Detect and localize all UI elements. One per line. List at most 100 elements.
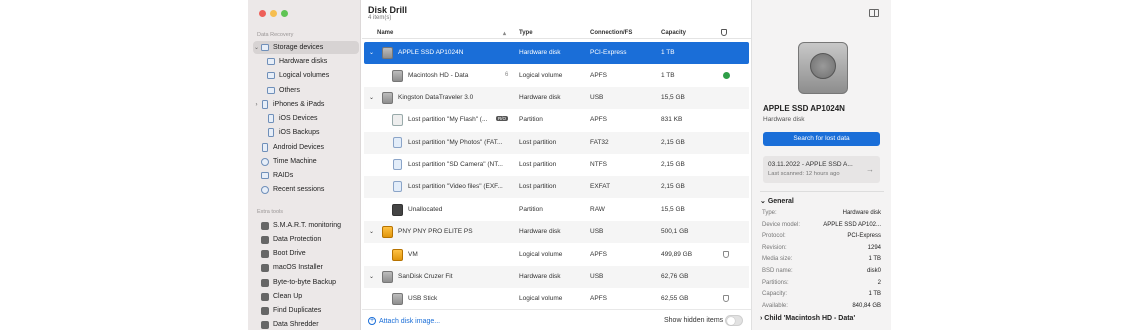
prop-key: BSD name:	[762, 268, 793, 274]
attach-disk-image-link[interactable]: + Attach disk image...	[368, 317, 440, 325]
show-hidden-toggle[interactable]	[725, 315, 743, 326]
general-section-header[interactable]: ⌄ General	[760, 197, 794, 205]
child-section-header[interactable]: › Child 'Macintosh HD - Data'	[760, 315, 855, 322]
sidebar-item-data-protection[interactable]: Data Protection	[260, 233, 321, 246]
minimize-button[interactable]	[270, 10, 277, 17]
row-name: Kingston DataTraveler 3.0	[398, 94, 474, 101]
table-row[interactable]: ⌄ PNY PNY PRO ELITE PS Hardware disk USB…	[364, 221, 749, 243]
attach-label: Attach disk image...	[379, 317, 441, 325]
sidebar-item-label: Others	[279, 87, 301, 94]
chevron-down-icon[interactable]: ⌄	[369, 228, 374, 235]
sidebar: Data Recovery ⌄ Storage devices Hardware…	[248, 0, 361, 330]
raid-icon	[260, 171, 269, 180]
sidebar-item-boot-drive[interactable]: Boot Drive	[260, 247, 306, 260]
section-header-data-recovery: Data Recovery	[257, 32, 294, 38]
backup-icon	[260, 278, 269, 287]
row-type: Lost partition	[519, 161, 557, 168]
recent-session-card[interactable]: 03.11.2022 - APPLE SSD A... Last scanned…	[763, 156, 880, 183]
row-type: Logical volume	[519, 72, 563, 79]
chevron-right-icon[interactable]: ›	[253, 102, 260, 108]
sidebar-item-time-machine[interactable]: Time Machine	[260, 155, 317, 168]
chevron-down-icon[interactable]: ⌄	[253, 44, 260, 51]
close-button[interactable]	[259, 10, 266, 17]
device-name: APPLE SSD AP1024N	[763, 104, 845, 113]
phone-icon	[266, 114, 275, 123]
row-type: Logical volume	[519, 295, 563, 302]
sidebar-item-byte-backup[interactable]: Byte-to-byte Backup	[260, 276, 336, 289]
column-header-capacity[interactable]: Capacity	[661, 30, 686, 36]
sidebar-item-macos-installer[interactable]: macOS Installer	[260, 261, 323, 274]
usb-drive-icon	[382, 92, 393, 104]
prop-key: Type:	[762, 210, 777, 216]
shield-icon[interactable]	[723, 295, 729, 302]
sidebar-item-label: iOS Backups	[279, 129, 320, 136]
sidebar-item-data-shredder[interactable]: Data Shredder	[260, 318, 319, 330]
divider	[760, 191, 884, 192]
sidebar-item-label: iOS Devices	[279, 115, 318, 122]
table-row[interactable]: ⌄ Kingston DataTraveler 3.0 Hardware dis…	[364, 87, 749, 109]
sidebar-item-storage-devices[interactable]: ⌄ Storage devices	[253, 41, 359, 54]
table-row[interactable]: Lost partition "My Photos" (FAT... Lost …	[364, 132, 749, 154]
sidebar-item-recent-sessions[interactable]: Recent sessions	[260, 183, 324, 196]
row-type: Logical volume	[519, 251, 563, 258]
table-row[interactable]: Lost partition "My Flash" (... R/O Parti…	[364, 109, 749, 131]
shield-column-icon[interactable]	[721, 29, 727, 36]
column-header-type[interactable]: Type	[519, 30, 533, 36]
table-row[interactable]: ⌄ APPLE SSD AP1024N Hardware disk PCI-Ex…	[364, 42, 749, 64]
table-row[interactable]: VM Logical volume APFS 499,89 GB	[364, 244, 749, 266]
sidebar-item-ios-backups[interactable]: iOS Backups	[266, 126, 319, 139]
sidebar-item-find-duplicates[interactable]: Find Duplicates	[260, 304, 321, 317]
table-row[interactable]: USB Stick Logical volume APFS 62,55 GB	[364, 288, 749, 310]
sidebar-item-iphones-ipads[interactable]: › iPhones & iPads	[253, 98, 324, 111]
column-header-connection[interactable]: Connection/FS	[590, 30, 632, 36]
sd-card-icon	[393, 137, 402, 148]
external-drive-icon	[382, 226, 393, 238]
device-type: Hardware disk	[763, 116, 805, 123]
sd-card-icon	[393, 159, 402, 170]
sidebar-item-clean-up[interactable]: Clean Up	[260, 290, 302, 303]
row-type: Partition	[519, 206, 543, 213]
row-connection: APFS	[590, 295, 607, 302]
search-lost-data-button[interactable]: Search for lost data	[763, 132, 880, 146]
sidebar-item-logical-volumes[interactable]: Logical volumes	[266, 69, 329, 82]
chevron-down-icon[interactable]: ⌄	[369, 49, 374, 56]
boot-drive-icon	[260, 249, 269, 258]
table-row[interactable]: Unallocated Partition RAW 15,5 GB	[364, 199, 749, 221]
drive-icon	[266, 71, 275, 80]
shield-icon[interactable]	[723, 251, 729, 258]
book-icon[interactable]	[869, 9, 879, 17]
show-hidden-label: Show hidden items	[664, 317, 724, 324]
sidebar-item-others[interactable]: Others	[266, 84, 300, 97]
table-row[interactable]: Lost partition "SD Camera" (NT... Lost p…	[364, 154, 749, 176]
row-connection: USB	[590, 273, 604, 280]
chevron-down-icon[interactable]: ⌄	[369, 94, 374, 101]
row-connection: APFS	[590, 116, 607, 123]
arrow-right-icon: →	[866, 165, 874, 174]
row-name: Lost partition "SD Camera" (NT...	[408, 161, 503, 168]
row-capacity: 500,1 GB	[661, 228, 689, 235]
section-header-extra-tools: Extra tools	[257, 209, 283, 215]
prop-value: 840,84 GB	[852, 303, 881, 309]
zoom-button[interactable]	[281, 10, 288, 17]
prop-value: PCI-Express	[847, 233, 881, 239]
sidebar-item-ios-devices[interactable]: iOS Devices	[266, 112, 318, 125]
table-row[interactable]: Lost partition "Video files" (EXF... Los…	[364, 176, 749, 198]
row-name: APPLE SSD AP1024N	[398, 49, 464, 56]
cleanup-icon	[260, 292, 269, 301]
prop-key: Partitions:	[762, 280, 789, 286]
row-capacity: 2,15 GB	[661, 161, 685, 168]
sidebar-item-label: RAIDs	[273, 172, 294, 179]
sidebar-item-hardware-disks[interactable]: Hardware disks	[266, 55, 327, 68]
row-capacity: 1 TB	[661, 49, 675, 56]
prop-value: 2	[877, 280, 881, 286]
column-header-name[interactable]: Name	[377, 30, 393, 36]
sidebar-item-android-devices[interactable]: Android Devices	[260, 141, 324, 154]
row-name: USB Stick	[408, 295, 438, 302]
table-row[interactable]: ⌄ SanDisk Cruzer Fit Hardware disk USB 6…	[364, 266, 749, 288]
sort-arrow-icon[interactable]: ▴	[503, 30, 506, 37]
sidebar-item-raids[interactable]: RAIDs	[260, 169, 293, 182]
read-only-badge: R/O	[496, 116, 509, 121]
table-row[interactable]: Macintosh HD - Data 6 Logical volume APF…	[364, 65, 749, 87]
chevron-down-icon[interactable]: ⌄	[369, 273, 374, 280]
sidebar-item-smart-monitoring[interactable]: S.M.A.R.T. monitoring	[260, 219, 341, 232]
